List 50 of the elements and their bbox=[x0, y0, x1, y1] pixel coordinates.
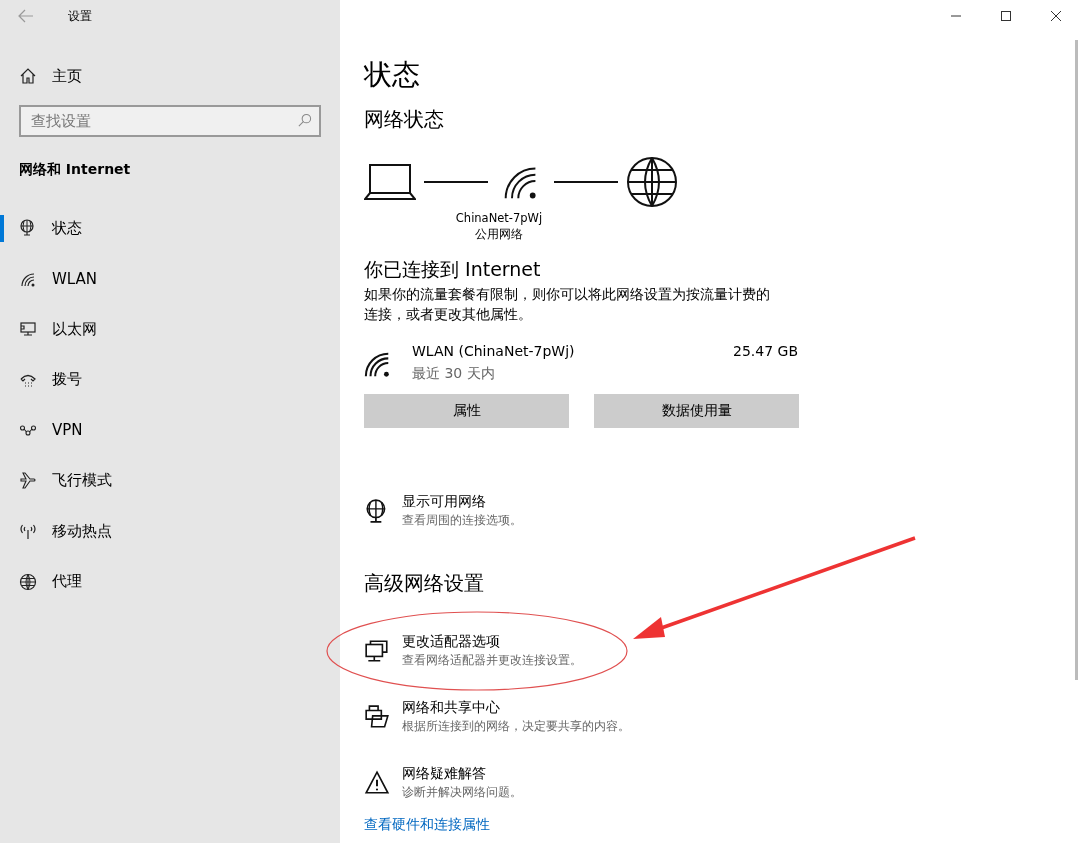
search-icon bbox=[297, 113, 312, 128]
nav-item[interactable]: WLAN bbox=[0, 253, 340, 304]
connection-heading: 你已连接到 Internet bbox=[364, 257, 541, 282]
data-usage-amount: 25.47 GB bbox=[733, 342, 798, 361]
nav-item[interactable]: 飞行模式 bbox=[0, 455, 340, 506]
setting-link[interactable]: 显示可用网络 bbox=[402, 492, 522, 511]
ethernet-icon bbox=[19, 320, 37, 339]
network-type: 公用网络 bbox=[475, 226, 523, 242]
setting-link[interactable]: 网络和共享中心 bbox=[402, 698, 630, 717]
section-heading: 高级网络设置 bbox=[364, 570, 484, 597]
section-heading: 网络和 Internet bbox=[18, 161, 132, 179]
connection-description: 如果你的流量套餐有限制，则你可以将此网络设置为按流量计费的连接，或者更改其他属性。 bbox=[364, 285, 771, 324]
home-nav-item[interactable]: 主页 bbox=[0, 51, 340, 101]
globe-monitor-icon bbox=[19, 219, 37, 238]
connection-name: WLAN (ChinaNet-7pWj) bbox=[412, 342, 576, 361]
page-title: 状态 bbox=[364, 57, 420, 93]
printer-folder-icon bbox=[364, 704, 390, 730]
setting-description: 查看网络适配器并更改连接设置。 bbox=[402, 652, 582, 669]
back-arrow-icon[interactable] bbox=[18, 9, 34, 23]
hotspot-icon bbox=[19, 522, 37, 541]
monitors-icon bbox=[364, 638, 390, 664]
search-field[interactable]: 查找设置 bbox=[19, 105, 321, 137]
nav-item[interactable]: VPN bbox=[0, 405, 340, 456]
setting-link[interactable]: 更改适配器选项 bbox=[402, 632, 582, 651]
globe-icon bbox=[19, 572, 37, 591]
setting-description: 诊断并解决网络问题。 bbox=[402, 784, 522, 801]
setting-description: 查看周围的连接选项。 bbox=[402, 512, 522, 529]
nav-item[interactable]: 代理 bbox=[0, 556, 340, 607]
maximize-icon[interactable] bbox=[1000, 10, 1012, 22]
setting-description: 根据所连接到的网络，决定要共享的内容。 bbox=[402, 718, 630, 735]
wifi-icon bbox=[364, 350, 392, 378]
usage-period: 最近 30 天内 bbox=[412, 364, 496, 383]
close-icon[interactable] bbox=[1050, 10, 1062, 22]
warning-icon bbox=[364, 770, 390, 796]
laptop-icon bbox=[364, 163, 416, 201]
airplane-icon bbox=[19, 471, 37, 490]
home-icon bbox=[19, 67, 37, 85]
setting-link[interactable]: 网络疑难解答 bbox=[402, 764, 522, 783]
action-button[interactable]: 数据使用量 bbox=[594, 394, 799, 428]
network-name: ChinaNet-7pWj bbox=[455, 210, 543, 226]
section-heading: 网络状态 bbox=[364, 106, 444, 133]
nav-item[interactable]: 移动热点 bbox=[0, 506, 340, 557]
nav-item[interactable]: 以太网 bbox=[0, 304, 340, 355]
action-button[interactable]: 属性 bbox=[364, 394, 569, 428]
nav-item[interactable]: 状态 bbox=[0, 203, 340, 254]
window-title: 设置 bbox=[68, 7, 92, 25]
globe-icon bbox=[626, 156, 678, 208]
nav-item[interactable]: 拨号 bbox=[0, 354, 340, 405]
hardware-properties-link[interactable]: 查看硬件和连接属性 bbox=[364, 816, 490, 833]
scrollbar[interactable] bbox=[1075, 40, 1078, 680]
